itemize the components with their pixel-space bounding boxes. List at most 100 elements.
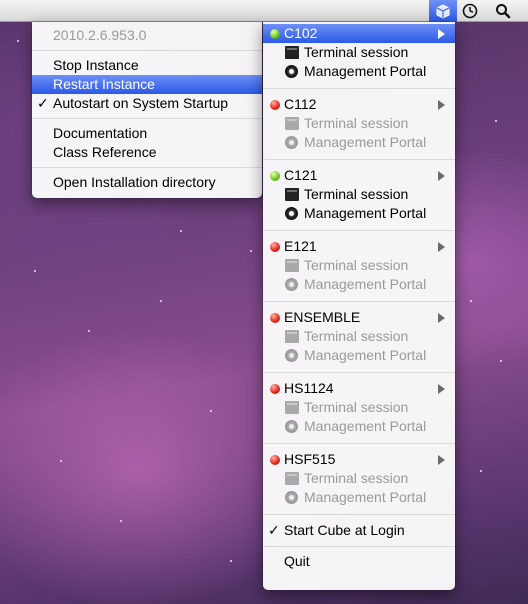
submenu-arrow-icon bbox=[438, 242, 445, 252]
restart-instance-label: Restart Instance bbox=[53, 76, 155, 92]
management-portal-icon bbox=[285, 65, 298, 78]
submenu-arrow-icon bbox=[438, 29, 445, 39]
instance-actions-menu: 2010.2.6.953.0 Stop Instance Restart Ins… bbox=[32, 22, 262, 198]
terminal-icon bbox=[285, 188, 299, 201]
quit-label: Quit bbox=[284, 553, 310, 569]
open-installation-directory-item[interactable]: Open Installation directory bbox=[32, 173, 262, 192]
start-cube-at-login-label: Start Cube at Login bbox=[284, 522, 405, 538]
terminal-session-item: Terminal session bbox=[263, 114, 455, 133]
stop-instance-item[interactable]: Stop Instance bbox=[32, 56, 262, 75]
instance-name: HS1124 bbox=[284, 380, 334, 396]
management-portal-icon bbox=[285, 207, 298, 220]
checkmark-icon: ✓ bbox=[37, 95, 49, 111]
cube-icon[interactable] bbox=[429, 0, 457, 22]
menu-separator bbox=[263, 88, 455, 89]
instance-name: E121 bbox=[284, 238, 317, 254]
instance-item-ensemble[interactable]: ENSEMBLE bbox=[263, 308, 455, 327]
instance-name: C121 bbox=[284, 167, 318, 183]
spotlight-search-icon[interactable] bbox=[489, 0, 517, 22]
start-cube-at-login-item[interactable]: ✓ Start Cube at Login bbox=[263, 521, 455, 540]
menu-separator bbox=[32, 118, 262, 119]
menu-separator bbox=[32, 167, 262, 168]
terminal-session-item[interactable]: Terminal session bbox=[263, 43, 455, 62]
terminal-session-label: Terminal session bbox=[304, 399, 409, 415]
terminal-icon bbox=[285, 46, 299, 59]
status-green-icon bbox=[270, 171, 280, 181]
management-portal-item: Management Portal bbox=[263, 488, 455, 507]
submenu-arrow-icon bbox=[438, 313, 445, 323]
management-portal-item[interactable]: Management Portal bbox=[263, 204, 455, 223]
management-portal-item: Management Portal bbox=[263, 133, 455, 152]
status-red-icon bbox=[270, 313, 280, 323]
status-red-icon bbox=[270, 100, 280, 110]
terminal-session-label: Terminal session bbox=[304, 328, 409, 344]
management-portal-label: Management Portal bbox=[304, 134, 427, 150]
instance-name: HSF515 bbox=[284, 451, 336, 467]
quit-item[interactable]: Quit bbox=[263, 552, 455, 571]
management-portal-item: Management Portal bbox=[263, 275, 455, 294]
menu-separator bbox=[263, 301, 455, 302]
management-portal-item: Management Portal bbox=[263, 417, 455, 436]
instance-item-c102[interactable]: C102 bbox=[263, 24, 455, 43]
management-portal-item[interactable]: Management Portal bbox=[263, 62, 455, 81]
terminal-session-item: Terminal session bbox=[263, 327, 455, 346]
management-portal-label: Management Portal bbox=[304, 418, 427, 434]
submenu-arrow-icon bbox=[438, 384, 445, 394]
terminal-icon bbox=[285, 117, 299, 130]
stop-instance-label: Stop Instance bbox=[53, 57, 139, 73]
instance-name: ENSEMBLE bbox=[284, 309, 361, 325]
autostart-label: Autostart on System Startup bbox=[53, 95, 229, 111]
terminal-icon bbox=[285, 330, 299, 343]
instance-item-hs1124[interactable]: HS1124 bbox=[263, 379, 455, 398]
management-portal-icon bbox=[285, 278, 298, 291]
submenu-arrow-icon bbox=[438, 100, 445, 110]
terminal-session-label: Terminal session bbox=[304, 186, 409, 202]
management-portal-icon bbox=[285, 491, 298, 504]
terminal-session-label: Terminal session bbox=[304, 115, 409, 131]
terminal-icon bbox=[285, 259, 299, 272]
instance-item-e121[interactable]: E121 bbox=[263, 237, 455, 256]
management-portal-icon bbox=[285, 349, 298, 362]
instances-list: C102 Terminal session Management Portal C11… bbox=[263, 24, 455, 515]
management-portal-icon bbox=[285, 420, 298, 433]
autostart-item[interactable]: ✓ Autostart on System Startup bbox=[32, 94, 262, 113]
management-portal-label: Management Portal bbox=[304, 276, 427, 292]
management-portal-item: Management Portal bbox=[263, 346, 455, 365]
terminal-icon bbox=[285, 472, 299, 485]
open-installation-directory-label: Open Installation directory bbox=[53, 174, 216, 190]
class-reference-label: Class Reference bbox=[53, 144, 157, 160]
menu-separator bbox=[263, 514, 455, 515]
submenu-arrow-icon bbox=[438, 455, 445, 465]
terminal-session-item: Terminal session bbox=[263, 398, 455, 417]
clock-icon[interactable] bbox=[456, 0, 484, 22]
terminal-session-item: Terminal session bbox=[263, 469, 455, 488]
instances-menu: C102 Terminal session Management Portal C11… bbox=[263, 22, 455, 590]
menu-bar bbox=[0, 0, 528, 22]
documentation-item[interactable]: Documentation bbox=[32, 124, 262, 143]
class-reference-item[interactable]: Class Reference bbox=[32, 143, 262, 162]
documentation-label: Documentation bbox=[53, 125, 148, 141]
submenu-arrow-icon bbox=[438, 171, 445, 181]
status-green-icon bbox=[270, 29, 280, 39]
terminal-session-item: Terminal session bbox=[263, 256, 455, 275]
restart-instance-item[interactable]: Restart Instance bbox=[32, 75, 262, 94]
menu-separator bbox=[263, 546, 455, 547]
status-red-icon bbox=[270, 384, 280, 394]
management-portal-label: Management Portal bbox=[304, 347, 427, 363]
instance-item-c121[interactable]: C121 bbox=[263, 166, 455, 185]
menu-separator bbox=[32, 50, 262, 51]
menu-separator bbox=[263, 230, 455, 231]
management-portal-icon bbox=[285, 136, 298, 149]
status-red-icon bbox=[270, 242, 280, 252]
terminal-session-label: Terminal session bbox=[304, 470, 409, 486]
checkmark-icon: ✓ bbox=[268, 522, 280, 538]
terminal-session-item[interactable]: Terminal session bbox=[263, 185, 455, 204]
management-portal-label: Management Portal bbox=[304, 489, 427, 505]
terminal-session-label: Terminal session bbox=[304, 44, 409, 60]
menu-separator bbox=[263, 159, 455, 160]
instance-item-hsf515[interactable]: HSF515 bbox=[263, 450, 455, 469]
version-label: 2010.2.6.953.0 bbox=[32, 26, 262, 45]
instance-name: C112 bbox=[284, 96, 317, 112]
instance-item-c112[interactable]: C112 bbox=[263, 95, 455, 114]
instance-name: C102 bbox=[284, 25, 318, 41]
